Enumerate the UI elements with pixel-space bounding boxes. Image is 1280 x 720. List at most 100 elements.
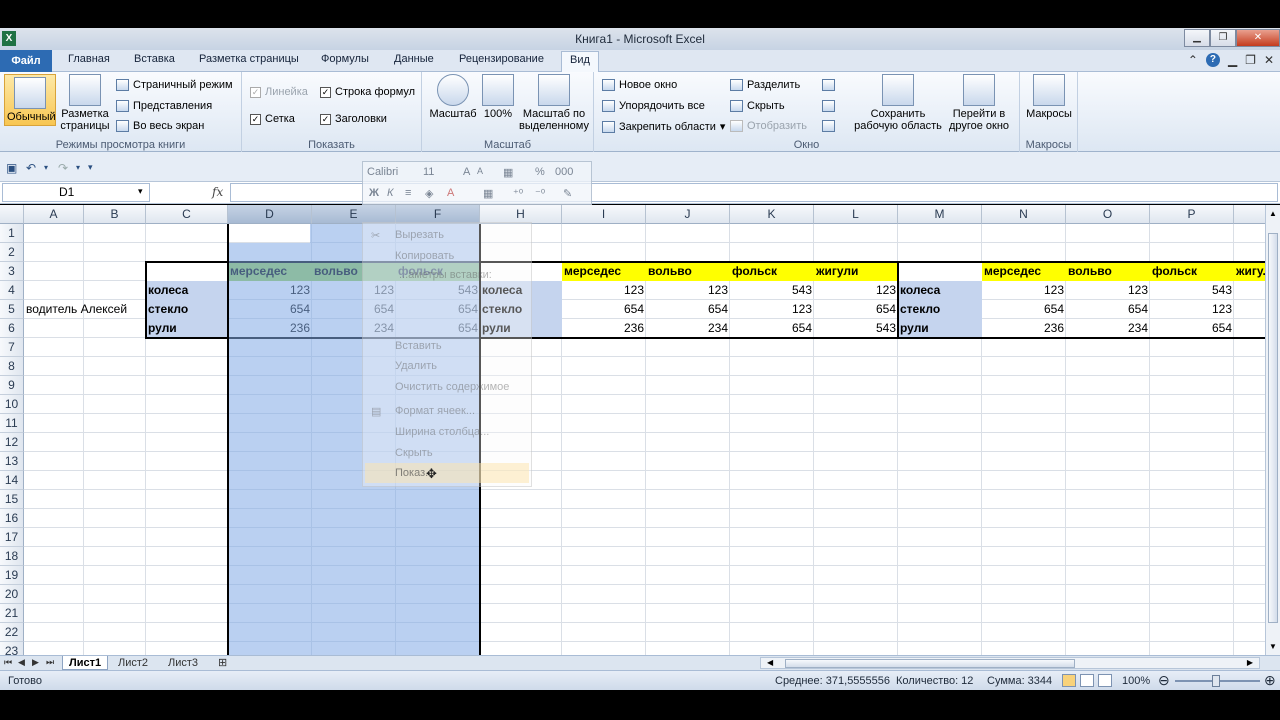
name-box[interactable]: D1 xyxy=(2,183,150,202)
horizontal-scrollbar[interactable]: ◀ ▶ xyxy=(760,657,1260,669)
normal-view-button[interactable]: Обычный xyxy=(4,74,56,126)
row-header[interactable]: 19 xyxy=(0,566,24,585)
normal-view-status-icon[interactable] xyxy=(1062,674,1076,687)
row-header[interactable]: 4 xyxy=(0,281,24,300)
undo-dropdown-icon[interactable]: ▾ xyxy=(44,163,58,176)
row-header[interactable]: 21 xyxy=(0,604,24,623)
horizontal-scroll-thumb[interactable] xyxy=(785,659,1075,668)
row-header[interactable]: 18 xyxy=(0,547,24,566)
row-header[interactable]: 7 xyxy=(0,338,24,357)
doc-minimize-icon[interactable]: ▁ xyxy=(1228,53,1237,67)
tab-page-layout[interactable]: Разметка страницы xyxy=(199,53,299,65)
tab-file[interactable]: Файл xyxy=(0,50,52,72)
menu-clear[interactable]: Очистить содержимое xyxy=(395,381,509,393)
page-break-button[interactable]: Страничный режим xyxy=(116,79,233,91)
menu-delete[interactable]: Удалить xyxy=(395,360,437,372)
row-header[interactable]: 23 xyxy=(0,642,24,655)
headings-checkbox[interactable]: ✓ Заголовки xyxy=(320,113,387,125)
column-header[interactable]: O xyxy=(1066,205,1150,224)
tab-review[interactable]: Рецензирование xyxy=(459,53,544,65)
new-window-button[interactable]: Новое окно xyxy=(602,79,677,91)
comma-style-icon[interactable]: 000 xyxy=(555,166,573,178)
full-screen-button[interactable]: Во весь экран xyxy=(116,120,204,132)
doc-restore-icon[interactable]: ❐ xyxy=(1245,53,1256,67)
zoom-in-icon[interactable]: ⊕ xyxy=(1264,672,1276,689)
scroll-right-icon[interactable]: ▶ xyxy=(1247,658,1253,667)
grow-font-icon[interactable]: A xyxy=(463,166,470,178)
column-header[interactable]: N xyxy=(982,205,1066,224)
menu-insert[interactable]: Вставить xyxy=(395,340,442,352)
customize-qat-icon[interactable]: ▾ xyxy=(88,162,102,175)
zoom-level[interactable]: 100% xyxy=(1122,675,1150,687)
menu-hide[interactable]: Скрыть xyxy=(395,447,433,459)
sheet-tab-1[interactable]: Лист1 xyxy=(62,656,109,670)
tab-insert[interactable]: Вставка xyxy=(134,53,175,65)
redo-icon[interactable]: ↷ xyxy=(58,161,72,175)
row-header[interactable]: 10 xyxy=(0,395,24,414)
row-header[interactable]: 16 xyxy=(0,509,24,528)
collapse-ribbon-icon[interactable]: ⌃ xyxy=(1188,53,1198,67)
menu-unhide[interactable]: Показ... xyxy=(365,463,529,483)
row-header[interactable]: 15 xyxy=(0,490,24,509)
font-size-box[interactable]: 11 xyxy=(423,166,434,178)
macros-button[interactable]: Макросы xyxy=(1024,74,1074,120)
borders-icon[interactable]: ▦ xyxy=(483,187,493,200)
accounting-format-icon[interactable]: ▦ xyxy=(503,166,513,179)
increase-decimal-icon[interactable]: ⁺⁰ xyxy=(513,187,523,200)
row-header[interactable]: 22 xyxy=(0,623,24,642)
row-header[interactable]: 1 xyxy=(0,224,24,243)
first-sheet-icon[interactable]: ⏮ xyxy=(4,657,12,668)
prev-sheet-icon[interactable]: ◀ xyxy=(18,657,25,668)
scroll-up-icon[interactable]: ▲ xyxy=(1269,209,1277,218)
formula-bar-checkbox[interactable]: ✓ Строка формул xyxy=(320,86,415,98)
sheet-tab-2[interactable]: Лист2 xyxy=(112,656,154,670)
save-icon[interactable]: ▣ xyxy=(6,161,20,175)
minimize-icon[interactable]: ▁ xyxy=(1184,29,1210,47)
vertical-scroll-thumb[interactable] xyxy=(1268,233,1278,623)
zoom-slider-thumb[interactable] xyxy=(1212,675,1220,687)
row-header[interactable]: 2 xyxy=(0,243,24,262)
column-header[interactable]: C xyxy=(146,205,228,224)
close-icon[interactable]: ✕ xyxy=(1236,29,1280,47)
fill-color-icon[interactable]: ◈ xyxy=(425,187,433,200)
split-button[interactable]: Разделить xyxy=(730,79,800,91)
arrange-all-button[interactable]: Упорядочить все xyxy=(602,100,705,112)
menu-cut[interactable]: Вырезать xyxy=(395,229,444,241)
active-cell-d1[interactable] xyxy=(229,225,309,242)
row-header[interactable]: 6 xyxy=(0,319,24,338)
column-header[interactable]: L xyxy=(814,205,898,224)
reset-position-button[interactable] xyxy=(822,120,835,132)
insert-function-icon[interactable]: fx xyxy=(212,185,223,199)
page-break-status-icon[interactable] xyxy=(1098,674,1112,687)
insert-sheet-icon[interactable]: ⊞ xyxy=(218,656,227,669)
row-header[interactable]: 9 xyxy=(0,376,24,395)
row-header[interactable]: 20 xyxy=(0,585,24,604)
font-color-icon[interactable]: A xyxy=(447,187,454,199)
column-header[interactable]: B xyxy=(84,205,146,224)
format-painter-icon[interactable]: ✎ xyxy=(563,187,572,200)
save-workspace-button[interactable]: Сохранить рабочую область xyxy=(848,74,948,132)
italic-icon[interactable]: К xyxy=(387,187,393,199)
column-header[interactable]: M xyxy=(898,205,982,224)
namebox-dropdown-icon[interactable]: ▾ xyxy=(138,186,143,197)
custom-views-button[interactable]: Представления xyxy=(116,100,212,112)
ruler-checkbox[interactable]: ✓ Линейка xyxy=(250,86,308,98)
freeze-panes-button[interactable]: Закрепить области ▾ xyxy=(602,120,725,133)
scroll-down-icon[interactable]: ▼ xyxy=(1269,642,1277,651)
zoom-button[interactable]: Масштаб xyxy=(428,74,478,120)
zoom-selection-button[interactable]: Масштаб по выделенному xyxy=(518,74,590,132)
column-header[interactable]: A xyxy=(24,205,84,224)
column-header[interactable]: J xyxy=(646,205,730,224)
row-header[interactable]: 8 xyxy=(0,357,24,376)
row-header[interactable]: 11 xyxy=(0,414,24,433)
align-center-icon[interactable]: ≡ xyxy=(405,187,411,199)
decrease-decimal-icon[interactable]: ⁻⁰ xyxy=(535,187,545,200)
unhide-window-button[interactable]: Отобразить xyxy=(730,120,807,132)
bold-icon[interactable]: Ж xyxy=(369,187,379,199)
side-by-side-button[interactable] xyxy=(822,79,835,91)
tab-formulas[interactable]: Формулы xyxy=(321,53,369,65)
row-header[interactable]: 17 xyxy=(0,528,24,547)
shrink-font-icon[interactable]: A xyxy=(477,166,483,176)
restore-icon[interactable]: ❐ xyxy=(1210,29,1236,47)
zoom-out-icon[interactable]: ⊖ xyxy=(1158,672,1170,689)
